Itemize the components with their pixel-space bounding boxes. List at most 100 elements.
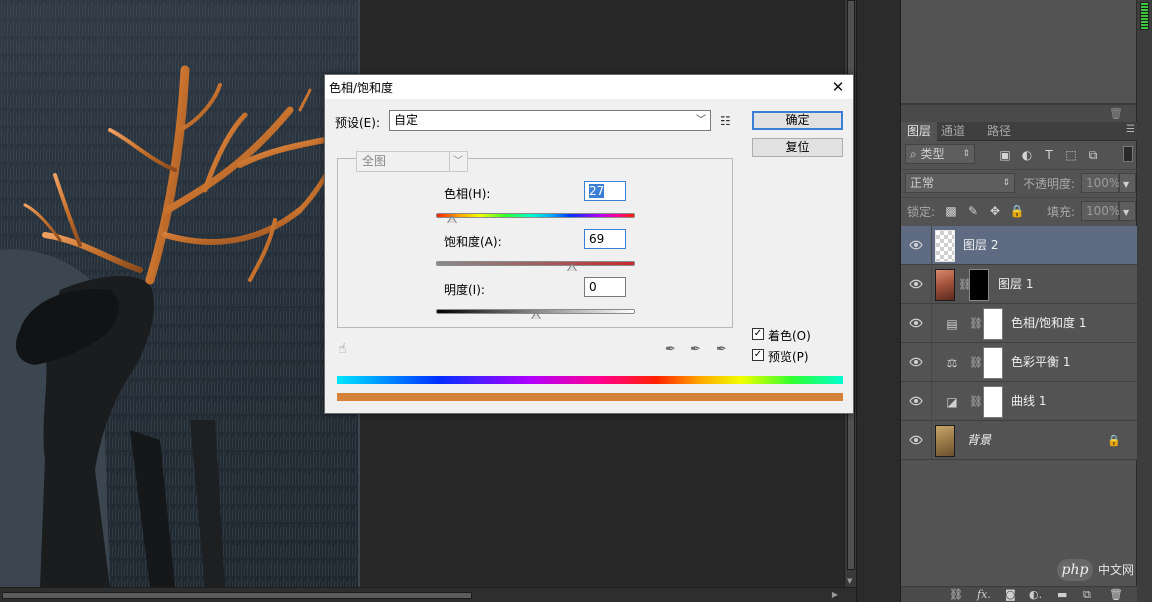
chain-link-icon[interactable]: ⛓ bbox=[969, 395, 983, 409]
preset-label: 预设(E): bbox=[335, 116, 380, 130]
fill-value: 100% bbox=[1086, 204, 1121, 218]
hand-adjust-icon[interactable]: ☝ bbox=[338, 341, 358, 359]
new-adjustment-icon[interactable]: ◐. bbox=[1029, 588, 1042, 601]
chevron-down-icon: ﹀ bbox=[696, 115, 706, 126]
horizontal-scrollbar[interactable]: ▶ bbox=[0, 587, 856, 602]
divider bbox=[931, 382, 932, 421]
hue-slider-thumb[interactable] bbox=[446, 215, 457, 223]
filter-type-select[interactable]: ⌕ 类型 ⇕ bbox=[905, 144, 975, 164]
link-layers-icon[interactable]: ⛓ bbox=[949, 588, 963, 601]
saturation-slider-thumb[interactable] bbox=[567, 263, 578, 271]
lock-position-icon[interactable]: ✥ bbox=[987, 203, 1003, 219]
efficiency-meter-icon bbox=[1140, 2, 1149, 30]
visibility-eye-icon[interactable] bbox=[909, 239, 923, 251]
saturation-slider-track[interactable] bbox=[436, 261, 635, 266]
blend-mode-select[interactable]: 正常 ⇕ bbox=[905, 173, 1015, 193]
adjustment-filter-icon[interactable]: ◐ bbox=[1019, 147, 1035, 163]
add-mask-icon[interactable]: ◙ bbox=[1005, 588, 1016, 601]
scroll-right-icon[interactable]: ▶ bbox=[832, 590, 838, 599]
horizontal-scrollbar-thumb[interactable] bbox=[2, 592, 472, 599]
hue-saturation-adjustment-icon: ▤ bbox=[946, 317, 958, 331]
panel-tabs: 图层 通道 路径 ☰ bbox=[901, 122, 1137, 141]
trash-icon[interactable]: 🗑 bbox=[1109, 107, 1123, 120]
document-canvas[interactable] bbox=[0, 0, 360, 587]
lock-transparency-icon[interactable]: ▩ bbox=[943, 203, 959, 219]
tab-channels[interactable]: 通道 bbox=[935, 122, 971, 141]
chain-link-icon[interactable]: ⛓ bbox=[969, 356, 983, 370]
new-layer-icon[interactable]: ⧉ bbox=[1083, 588, 1091, 602]
preview-checkbox[interactable]: ✓ bbox=[752, 349, 764, 361]
layer-mask-thumbnail[interactable] bbox=[983, 347, 1003, 379]
blend-mode-value: 正常 bbox=[910, 176, 935, 190]
opacity-label: 不透明度: bbox=[1023, 177, 1076, 191]
tab-layers[interactable]: 图层 bbox=[901, 122, 938, 141]
reset-button[interactable]: 复位 bbox=[752, 138, 843, 157]
preset-options-icon[interactable]: ☷ bbox=[720, 114, 736, 128]
fill-field[interactable]: 100% bbox=[1081, 201, 1121, 221]
fill-label: 填充: bbox=[1047, 205, 1076, 219]
layer-row-background[interactable]: 背景 🔒 bbox=[901, 421, 1137, 460]
colorize-label: 着色(O) bbox=[768, 329, 811, 343]
visibility-eye-icon[interactable] bbox=[909, 395, 923, 407]
lock-label: 锁定: bbox=[907, 205, 936, 219]
filter-type-value: 类型 bbox=[920, 147, 945, 161]
layer-mask-thumbnail[interactable] bbox=[983, 386, 1003, 418]
ok-button[interactable]: 确定 bbox=[752, 111, 843, 130]
new-group-icon[interactable]: ▬ bbox=[1057, 588, 1067, 601]
shape-filter-icon[interactable]: ⬚ bbox=[1063, 147, 1079, 163]
lock-all-icon[interactable]: 🔒 bbox=[1009, 203, 1025, 219]
color-balance-adjustment-icon: ⚖ bbox=[946, 356, 958, 370]
channel-select[interactable]: 全图 ﹀ bbox=[356, 151, 468, 172]
scroll-down-icon[interactable]: ▼ bbox=[847, 577, 852, 585]
saturation-label: 饱和度(A): bbox=[444, 235, 502, 249]
dialog-title-bar[interactable]: 色相/饱和度 ✕ bbox=[325, 75, 853, 99]
lightness-slider-thumb[interactable] bbox=[530, 311, 541, 319]
updown-arrow-icon: ⇕ bbox=[1002, 178, 1010, 188]
divider bbox=[931, 226, 932, 265]
delete-layer-icon[interactable]: 🗑 bbox=[1109, 588, 1123, 601]
lock-paint-icon[interactable]: ✎ bbox=[965, 203, 981, 219]
opacity-field[interactable]: 100% bbox=[1081, 173, 1120, 193]
visibility-eye-icon[interactable] bbox=[909, 356, 923, 368]
lock-row: 锁定: ▩ ✎ ✥ 🔒 填充: 100% ▼ bbox=[901, 197, 1137, 223]
eyedropper-minus-icon[interactable]: ✒ bbox=[716, 342, 732, 358]
close-icon[interactable]: ✕ bbox=[823, 75, 853, 99]
deer-image bbox=[0, 0, 360, 587]
layer-row-layer-1[interactable]: ⛓ 图层 1 bbox=[901, 265, 1137, 304]
hue-saturation-dialog: 色相/饱和度 ✕ 预设(E): 自定 ﹀ ☷ 确定 复位 全图 ﹀ 色相(H):… bbox=[324, 74, 854, 414]
filter-row: ⌕ 类型 ⇕ ▣ ◐ T ⬚ ⧉ bbox=[901, 142, 1137, 166]
opacity-dropdown[interactable]: ▼ bbox=[1119, 173, 1136, 193]
divider bbox=[931, 421, 932, 460]
result-color-bar bbox=[337, 393, 843, 401]
layer-name: 图层 2 bbox=[963, 238, 999, 252]
lightness-input[interactable]: 0 bbox=[584, 277, 626, 297]
fill-dropdown[interactable]: ▼ bbox=[1119, 201, 1136, 221]
panel-menu-icon[interactable]: ☰ bbox=[1126, 124, 1135, 135]
chain-link-icon[interactable]: ⛓ bbox=[969, 317, 983, 331]
hue-input[interactable]: 27 bbox=[584, 181, 626, 201]
layer-row-hue-saturation-1[interactable]: ▤ ⛓ 色相/饱和度 1 bbox=[901, 304, 1137, 343]
layer-row-color-balance-1[interactable]: ⚖ ⛓ 色彩平衡 1 bbox=[901, 343, 1137, 382]
layer-mask-thumbnail[interactable] bbox=[983, 308, 1003, 340]
layer-name: 曲线 1 bbox=[1011, 394, 1047, 408]
eyedropper-plus-icon[interactable]: ✒ bbox=[690, 342, 706, 358]
layer-row-curves-1[interactable]: ◪ ⛓ 曲线 1 bbox=[901, 382, 1137, 421]
layer-row-layer-2[interactable]: 图层 2 bbox=[901, 226, 1137, 265]
fx-icon[interactable]: fx. bbox=[977, 588, 991, 601]
visibility-eye-icon[interactable] bbox=[909, 434, 923, 446]
chain-link-icon[interactable]: ⛓ bbox=[958, 278, 972, 292]
visibility-eye-icon[interactable] bbox=[909, 278, 923, 290]
visibility-eye-icon[interactable] bbox=[909, 317, 923, 329]
tab-paths[interactable]: 路径 bbox=[981, 122, 1017, 141]
filter-toggle[interactable] bbox=[1123, 146, 1133, 162]
eyedropper-icon[interactable]: ✒ bbox=[665, 342, 681, 358]
smart-object-filter-icon[interactable]: ⧉ bbox=[1085, 147, 1101, 163]
layer-mask-thumbnail[interactable] bbox=[969, 269, 989, 301]
preset-select[interactable]: 自定 ﹀ bbox=[389, 110, 711, 131]
type-filter-icon[interactable]: T bbox=[1041, 147, 1057, 163]
image-filter-icon[interactable]: ▣ bbox=[997, 147, 1013, 163]
saturation-input[interactable]: 69 bbox=[584, 229, 626, 249]
hue-slider-track[interactable] bbox=[436, 213, 635, 218]
colorize-checkbox[interactable]: ✓ bbox=[752, 328, 764, 340]
layer-name: 背景 bbox=[967, 433, 992, 447]
